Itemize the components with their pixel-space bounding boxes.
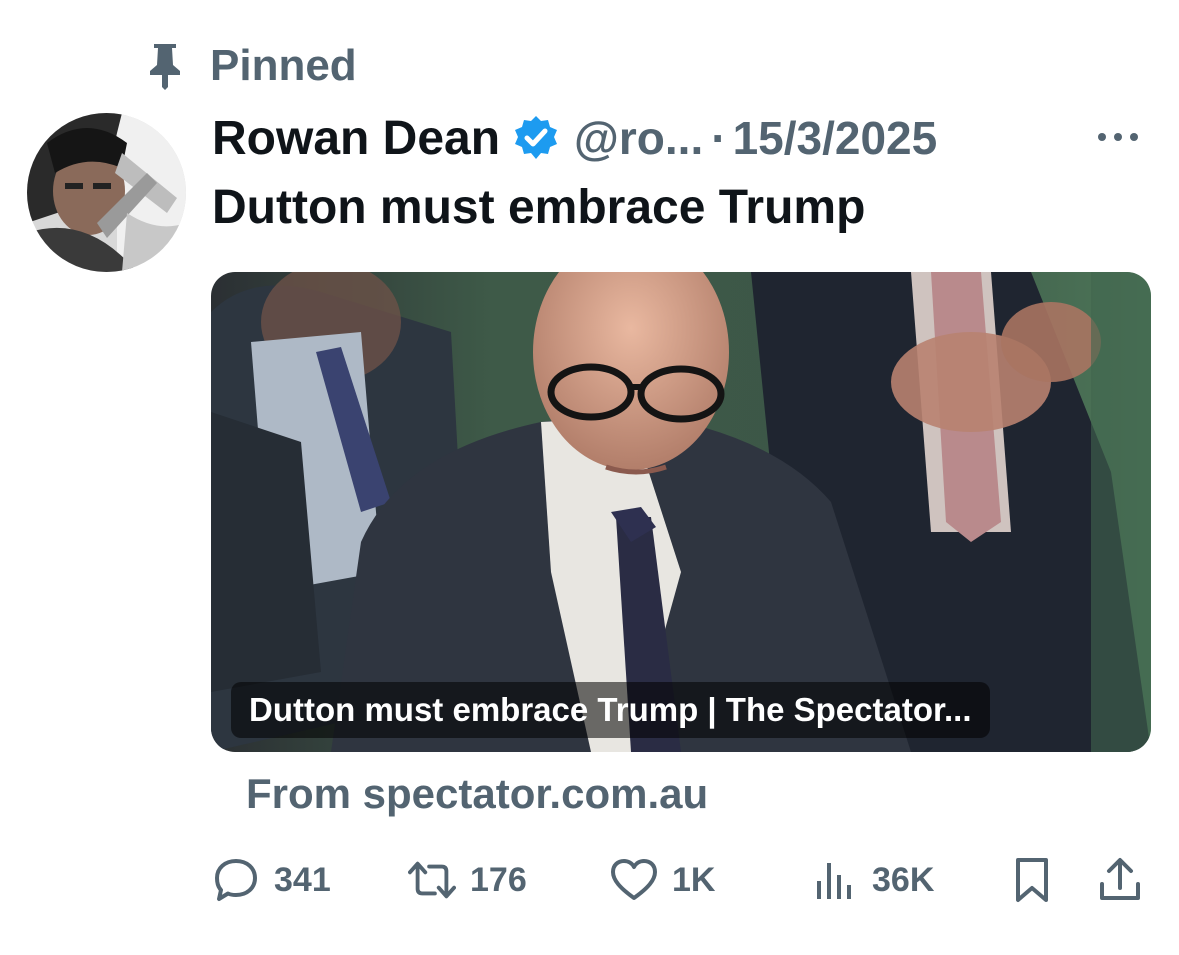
reply-count: 341 — [274, 860, 331, 899]
more-options-icon[interactable] — [1088, 112, 1148, 162]
card-image — [211, 272, 1151, 752]
tweet-text: Dutton must embrace Trump — [212, 181, 866, 234]
reply-button[interactable]: 341 — [212, 852, 331, 908]
like-button[interactable]: 1K — [610, 852, 715, 908]
views-count: 36K — [872, 860, 935, 899]
author-handle[interactable]: @ro... — [574, 111, 703, 165]
separator-dot: · — [711, 112, 727, 164]
reply-icon — [212, 856, 260, 904]
repost-button[interactable]: 176 — [408, 852, 527, 908]
tweet-header: Rowan Dean @ro... · 15/3/2025 — [212, 108, 1152, 168]
like-count: 1K — [672, 860, 716, 899]
views-chart-icon — [810, 856, 858, 904]
heart-icon — [610, 856, 658, 904]
repost-count: 176 — [470, 860, 527, 899]
share-button[interactable] — [1096, 852, 1144, 908]
share-icon — [1096, 856, 1144, 904]
pinned-label: Pinned — [210, 41, 357, 90]
pinned-indicator: Pinned — [144, 40, 357, 92]
repost-icon — [408, 856, 456, 904]
link-card[interactable]: Dutton must embrace Trump | The Spectato… — [211, 272, 1151, 752]
card-source[interactable]: From spectator.com.au — [246, 770, 708, 818]
avatar[interactable] — [27, 113, 186, 272]
author-display-name[interactable]: Rowan Dean — [212, 111, 500, 166]
bookmark-icon — [1008, 856, 1056, 904]
views-button[interactable]: 36K — [810, 852, 934, 908]
tweet-date[interactable]: 15/3/2025 — [733, 111, 938, 165]
verified-badge-icon[interactable] — [512, 114, 560, 162]
action-bar: 341 176 1K 36K — [212, 852, 1152, 908]
card-caption: Dutton must embrace Trump | The Spectato… — [231, 682, 990, 738]
bookmark-button[interactable] — [1008, 852, 1056, 908]
pin-icon — [144, 40, 186, 92]
